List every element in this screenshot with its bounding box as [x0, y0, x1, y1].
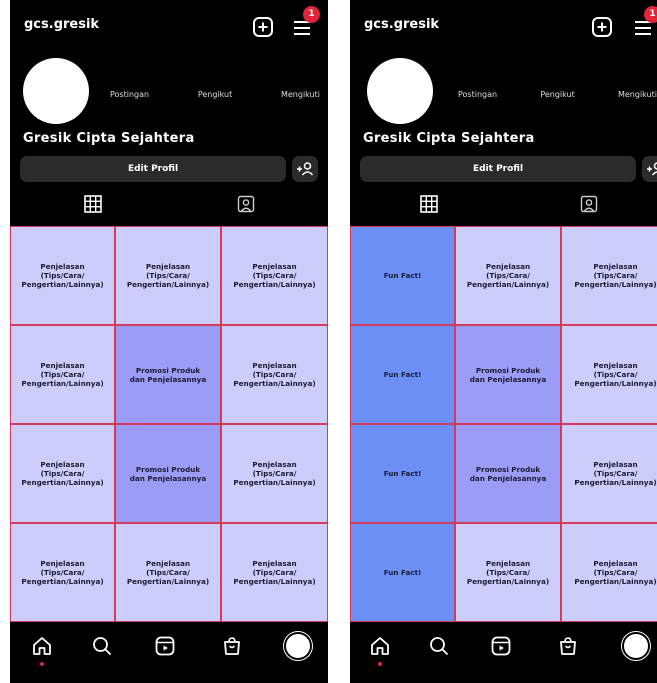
add-post-icon[interactable]: [589, 14, 615, 40]
post-tile[interactable]: Promosi Produk dan Penjelasannya: [455, 325, 561, 424]
post-tile[interactable]: Penjelasan (Tips/Cara/ Pengertian/Lainny…: [221, 523, 328, 622]
home-icon[interactable]: [30, 634, 54, 658]
add-post-icon[interactable]: [250, 14, 276, 40]
post-tile[interactable]: Promosi Produk dan Penjelasannya: [115, 325, 221, 424]
post-tile[interactable]: Penjelasan (Tips/Cara/ Pengertian/Lainny…: [115, 226, 221, 325]
add-person-icon: [647, 162, 657, 176]
phone-screen-right: gcs.gresik 1 Postingan Pengikut Mengikut…: [350, 0, 657, 683]
search-icon[interactable]: [90, 634, 114, 658]
display-name: Gresik Cipta Sejahtera: [363, 131, 535, 146]
post-tile[interactable]: Penjelasan (Tips/Cara/ Pengertian/Lainny…: [455, 226, 561, 325]
search-icon[interactable]: [427, 634, 451, 658]
bottom-nav: [10, 622, 328, 683]
menu-icon[interactable]: 1: [288, 6, 320, 40]
post-tile[interactable]: Penjelasan (Tips/Cara/ Pengertian/Lainny…: [10, 424, 115, 523]
post-tile[interactable]: Penjelasan (Tips/Cara/ Pengertian/Lainny…: [10, 226, 115, 325]
post-tile[interactable]: Penjelasan (Tips/Cara/ Pengertian/Lainny…: [561, 424, 657, 523]
home-active-dot: [40, 662, 44, 666]
stat-following[interactable]: Mengikuti: [281, 90, 320, 104]
shop-icon[interactable]: [220, 634, 244, 658]
post-tile[interactable]: Penjelasan (Tips/Cara/ Pengertian/Lainny…: [10, 523, 115, 622]
stat-followers[interactable]: Pengikut: [540, 90, 574, 104]
username[interactable]: gcs.gresik: [24, 17, 99, 32]
edit-profile-button[interactable]: Edit Profil: [20, 156, 286, 182]
post-tile[interactable]: Penjelasan (Tips/Cara/ Pengertian/Lainny…: [221, 424, 328, 523]
edit-profile-button[interactable]: Edit Profil: [360, 156, 636, 182]
home-icon[interactable]: [368, 634, 392, 658]
profile-avatar[interactable]: [23, 58, 89, 124]
stat-following[interactable]: Mengikuti: [618, 90, 657, 104]
post-tile[interactable]: Fun Fact!: [350, 226, 455, 325]
stat-followers[interactable]: Pengikut: [198, 90, 232, 104]
post-tile[interactable]: Penjelasan (Tips/Cara/ Pengertian/Lainny…: [561, 325, 657, 424]
profile-avatar-nav[interactable]: [622, 632, 650, 660]
post-tile[interactable]: Fun Fact!: [350, 523, 455, 622]
stat-posts[interactable]: Postingan: [458, 90, 497, 104]
display-name: Gresik Cipta Sejahtera: [23, 131, 195, 146]
post-tile[interactable]: Fun Fact!: [350, 424, 455, 523]
post-grid: Fun Fact! Penjelasan (Tips/Cara/ Pengerti…: [350, 226, 657, 622]
notification-badge: 1: [644, 6, 657, 23]
post-tile[interactable]: Penjelasan (Tips/Cara/ Pengertian/Lainny…: [115, 523, 221, 622]
shop-icon[interactable]: [556, 634, 580, 658]
home-active-dot: [378, 662, 382, 666]
post-grid: Penjelasan (Tips/Cara/ Pengertian/Lainny…: [10, 226, 328, 622]
grid-icon[interactable]: [419, 194, 439, 214]
post-tile[interactable]: Promosi Produk dan Penjelasannya: [455, 424, 561, 523]
top-bar: gcs.gresik 1: [350, 0, 657, 52]
post-tile[interactable]: Penjelasan (Tips/Cara/ Pengertian/Lainny…: [221, 325, 328, 424]
menu-icon[interactable]: 1: [629, 6, 657, 40]
tagged-person-icon[interactable]: [579, 194, 599, 214]
add-person-icon: [297, 162, 314, 176]
profile-avatar-nav[interactable]: [284, 632, 312, 660]
post-tile[interactable]: Penjelasan (Tips/Cara/ Pengertian/Lainny…: [221, 226, 328, 325]
bottom-nav: [350, 622, 657, 683]
grid-icon[interactable]: [83, 194, 103, 214]
profile-tabs: [10, 188, 328, 226]
profile-stats: Postingan Pengikut Mengikuti: [458, 90, 657, 104]
add-person-button[interactable]: [292, 156, 318, 182]
top-bar: gcs.gresik 1: [10, 0, 328, 52]
profile-avatar[interactable]: [367, 58, 433, 124]
post-tile[interactable]: Fun Fact!: [350, 325, 455, 424]
post-tile[interactable]: Penjelasan (Tips/Cara/ Pengertian/Lainny…: [10, 325, 115, 424]
post-tile[interactable]: Penjelasan (Tips/Cara/ Pengertian/Lainny…: [561, 523, 657, 622]
tagged-person-icon[interactable]: [236, 194, 256, 214]
post-tile[interactable]: Penjelasan (Tips/Cara/ Pengertian/Lainny…: [561, 226, 657, 325]
notification-badge: 1: [303, 6, 320, 23]
post-tile[interactable]: Promosi Produk dan Penjelasannya: [115, 424, 221, 523]
reels-icon[interactable]: [153, 634, 177, 658]
add-person-button[interactable]: [642, 156, 657, 182]
reels-icon[interactable]: [489, 634, 513, 658]
stat-posts[interactable]: Postingan: [110, 90, 149, 104]
profile-stats: Postingan Pengikut Mengikuti: [110, 90, 320, 104]
profile-tabs: [350, 188, 657, 226]
post-tile[interactable]: Penjelasan (Tips/Cara/ Pengertian/Lainny…: [455, 523, 561, 622]
phone-screen-left: gcs.gresik 1 Postingan Pengikut Mengikut…: [10, 0, 328, 683]
username[interactable]: gcs.gresik: [364, 17, 439, 32]
